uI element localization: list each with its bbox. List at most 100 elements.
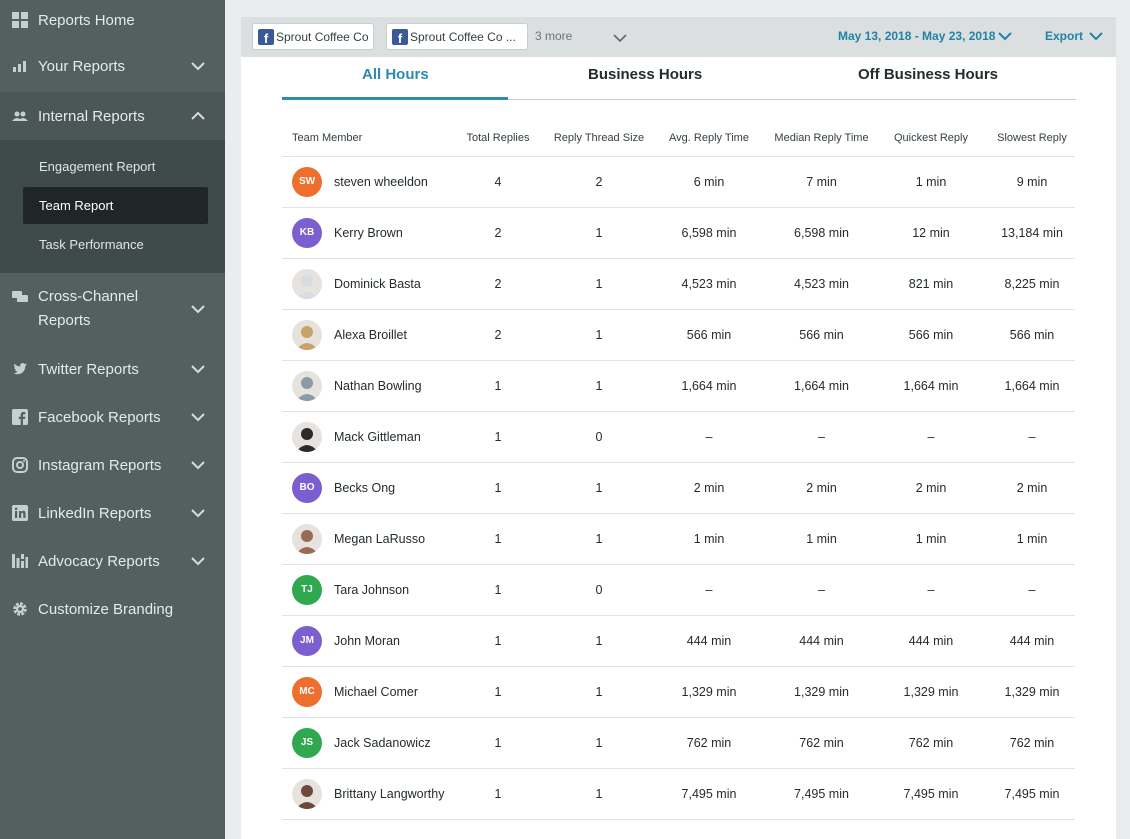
- reply-thread-size-cell: 0: [550, 564, 648, 616]
- chevron-down-icon[interactable]: [613, 31, 627, 45]
- chevron-down-icon[interactable]: [191, 362, 205, 376]
- profile-chip-2[interactable]: f Sprout Coffee Co ...: [386, 23, 528, 50]
- instagram-icon: [12, 457, 28, 473]
- chevron-down-icon[interactable]: [191, 458, 205, 472]
- member-cell: BO Becks Ong: [282, 462, 446, 514]
- chevron-down-icon[interactable]: [191, 302, 205, 316]
- table-row: Alexa Broillet 2 1 566 min 566 min 566 min 566…: [282, 309, 1075, 361]
- avg-reply-time-cell: 1 min: [648, 513, 770, 565]
- column-header[interactable]: Median Reply Time: [770, 120, 873, 157]
- sidebar-item-instagram-reports[interactable]: Instagram Reports: [0, 441, 225, 489]
- chevron-down-icon[interactable]: [1089, 29, 1103, 43]
- column-header[interactable]: Quickest Reply: [873, 120, 989, 157]
- sidebar-item-label: Customize Branding: [38, 600, 174, 618]
- column-header[interactable]: Total Replies: [446, 120, 550, 157]
- sidebar-item-twitter-reports[interactable]: Twitter Reports: [0, 345, 225, 393]
- tab-all-hours[interactable]: All Hours: [362, 66, 429, 83]
- tab-off-business-hours[interactable]: Off Business Hours: [858, 66, 998, 83]
- sidebar-item-label: Internal Reports: [38, 107, 145, 125]
- column-header[interactable]: Slowest Reply: [989, 120, 1075, 157]
- column-header[interactable]: Avg. Reply Time: [648, 120, 770, 157]
- sidebar-subitem-team-report[interactable]: Team Report: [23, 187, 208, 224]
- avatar: JM: [292, 625, 322, 656]
- member-cell: JM John Moran: [282, 615, 446, 667]
- chevron-up-icon[interactable]: [191, 109, 205, 123]
- sidebar-item-label: Reports Home: [38, 11, 135, 29]
- sidebar-item-your-reports[interactable]: Your Reports: [0, 40, 225, 92]
- sidebar-item-customize-branding[interactable]: Customize Branding: [0, 585, 225, 633]
- reply-thread-size-cell: 2: [550, 156, 648, 208]
- slowest-reply-cell: 2 min: [989, 462, 1075, 514]
- team-report-card: All Hours Business Hours Off Business Ho…: [241, 57, 1116, 839]
- avatar: [292, 268, 322, 299]
- quickest-reply-cell: 566 min: [873, 309, 989, 361]
- profile-chip-1[interactable]: f Sprout Coffee Co: [252, 23, 374, 50]
- slowest-reply-cell: –: [989, 411, 1075, 463]
- median-reply-time-cell: 444 min: [770, 615, 873, 667]
- sidebar-item-advocacy-reports[interactable]: Advocacy Reports: [0, 537, 225, 585]
- chevron-down-icon[interactable]: [191, 410, 205, 424]
- member: KB Kerry Brown: [292, 217, 446, 248]
- chevron-down-icon[interactable]: [191, 59, 205, 73]
- member-name: Brittany Langworthy: [334, 786, 445, 801]
- sidebar-subitem-task-performance[interactable]: Task Performance: [23, 226, 208, 263]
- avg-reply-time-cell: 6 min: [648, 156, 770, 208]
- table-row: Nathan Bowling 1 1 1,664 min 1,664 min 1,664 …: [282, 360, 1075, 412]
- report-toolbar: f Sprout Coffee Co f Sprout Coffee Co ..…: [241, 17, 1116, 57]
- member: Nathan Bowling: [292, 370, 446, 401]
- sidebar-item-linkedin-reports[interactable]: LinkedIn Reports: [0, 489, 225, 537]
- person-photo-icon: [296, 427, 318, 452]
- sidebar-item-cross-channel-reports[interactable]: Cross-Channel Reports: [0, 273, 225, 345]
- sidebar-item-internal-reports[interactable]: Internal Reports: [0, 92, 225, 140]
- member-cell: TJ Tara Johnson: [282, 564, 446, 616]
- quickest-reply-cell: 12 min: [873, 207, 989, 259]
- table-row: MC Michael Comer 1 1 1,329 min 1,329 min 1,329…: [282, 666, 1075, 718]
- median-reply-time-cell: 762 min: [770, 717, 873, 769]
- quickest-reply-cell: 1,664 min: [873, 360, 989, 412]
- median-reply-time-cell: –: [770, 564, 873, 616]
- quickest-reply-cell: 444 min: [873, 615, 989, 667]
- sidebar-item-reports-home[interactable]: Reports Home: [0, 0, 225, 40]
- slowest-reply-cell: 13,184 min: [989, 207, 1075, 259]
- member: Mack Gittleman: [292, 421, 446, 452]
- chevron-down-icon[interactable]: [998, 29, 1012, 43]
- chat-bubbles-icon: [12, 289, 28, 305]
- avatar: [292, 370, 322, 401]
- sidebar-item-label: Facebook Reports: [38, 408, 161, 426]
- column-header[interactable]: Team Member: [282, 120, 446, 157]
- median-reply-time-cell: 4,523 min: [770, 258, 873, 310]
- total-replies-cell: 2: [446, 258, 550, 310]
- linkedin-icon: [12, 505, 28, 521]
- chevron-down-icon[interactable]: [191, 506, 205, 520]
- member: JS Jack Sadanowicz: [292, 727, 446, 758]
- slowest-reply-cell: 444 min: [989, 615, 1075, 667]
- total-replies-cell: 2: [446, 309, 550, 361]
- table-row: JS Jack Sadanowicz 1 1 762 min 762 min 762 min…: [282, 717, 1075, 769]
- active-tab-indicator: [282, 97, 508, 100]
- member-name: Megan LaRusso: [334, 531, 426, 546]
- chevron-down-icon[interactable]: [191, 554, 205, 568]
- sidebar-item-facebook-reports[interactable]: Facebook Reports: [0, 393, 225, 441]
- table-row: Mack Gittleman 1 0– – – –: [282, 411, 1075, 463]
- column-header[interactable]: Reply Thread Size: [550, 120, 648, 157]
- slowest-reply-cell: 1,664 min: [989, 360, 1075, 412]
- facebook-icon: [12, 409, 28, 425]
- total-replies-cell: 1: [446, 411, 550, 463]
- avg-reply-time-cell: 6,598 min: [648, 207, 770, 259]
- person-photo-icon: [296, 376, 318, 401]
- tab-business-hours[interactable]: Business Hours: [588, 66, 702, 83]
- table-row: JM John Moran 1 1 444 min 444 min 444 min 444 m…: [282, 615, 1075, 667]
- more-profiles-link[interactable]: 3 more: [535, 29, 572, 43]
- sidebar-subitem-engagement-report[interactable]: Engagement Report: [23, 148, 208, 185]
- quickest-reply-cell: 821 min: [873, 258, 989, 310]
- member-cell: SW steven wheeldon: [282, 156, 446, 208]
- median-reply-time-cell: –: [770, 411, 873, 463]
- person-photo-icon: [296, 529, 318, 554]
- person-photo-icon: [296, 325, 318, 350]
- export-button[interactable]: Export: [1045, 29, 1083, 43]
- sidebar: Reports Home Your Reports Internal Repor…: [0, 0, 225, 839]
- total-replies-cell: 4: [446, 156, 550, 208]
- quickest-reply-cell: –: [873, 564, 989, 616]
- date-range-picker[interactable]: May 13, 2018 - May 23, 2018: [838, 29, 995, 43]
- slowest-reply-cell: –: [989, 564, 1075, 616]
